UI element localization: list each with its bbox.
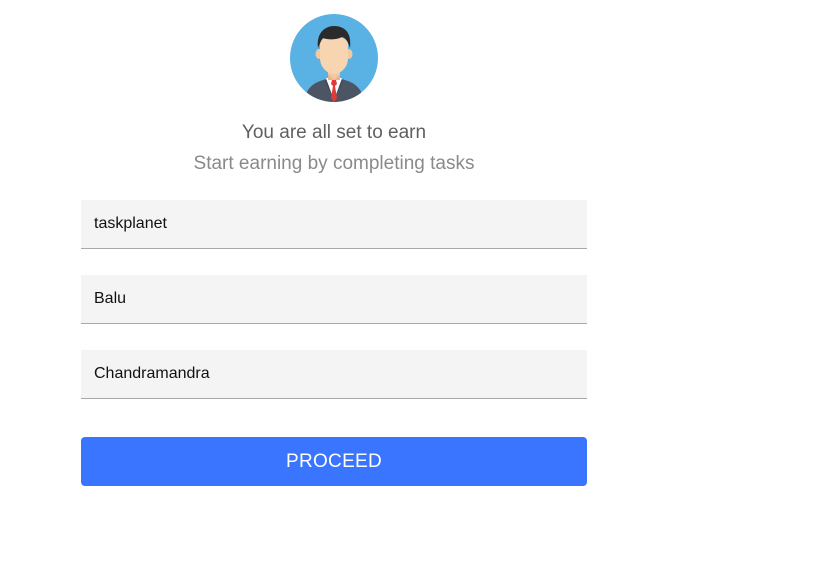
welcome-subtitle: Start earning by completing tasks — [193, 153, 475, 174]
welcome-title: You are all set to earn — [241, 122, 427, 143]
businessman-avatar-icon — [290, 14, 378, 102]
first-name-field[interactable] — [81, 275, 587, 323]
proceed-button[interactable]: PROCEED — [81, 437, 587, 486]
username-field[interactable] — [81, 200, 587, 248]
last-name-field[interactable] — [81, 350, 587, 398]
last-name-field-container — [81, 350, 587, 399]
first-name-field-container — [81, 275, 587, 324]
avatar — [290, 14, 378, 102]
username-field-container — [81, 200, 587, 249]
